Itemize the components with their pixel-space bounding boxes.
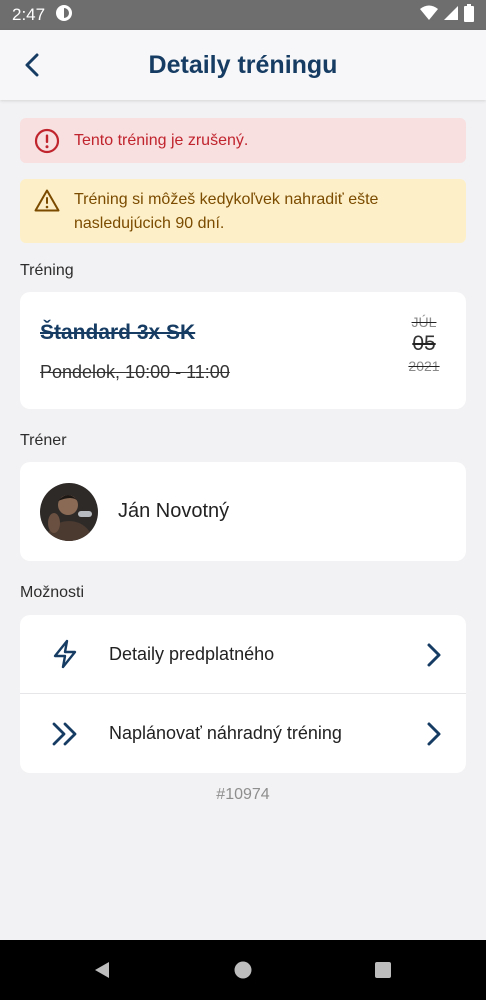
circle-home-icon (234, 961, 252, 979)
training-section-label: Tréning (20, 262, 74, 279)
warning-triangle-icon (34, 189, 60, 212)
double-chevron-right-icon (50, 719, 80, 749)
date-day: 05 (412, 332, 436, 355)
training-card: Štandard 3x SK Pondelok, 10:00 - 11:00 J… (20, 292, 466, 409)
options-section-label: Možnosti (20, 584, 85, 601)
date-month: JÚL (411, 314, 437, 330)
subscription-details-label: Detaily predplatného (109, 643, 275, 664)
chevron-right-icon (427, 643, 441, 667)
triangle-back-icon (95, 962, 109, 978)
trainer-card[interactable]: Ján Novotný (20, 462, 466, 561)
square-recents-icon (375, 962, 391, 978)
replace-alert-text: Tréning si môžeš kedykoľvek nahradiť ešt… (74, 191, 379, 232)
cancelled-alert-text: Tento tréning je zrušený. (74, 131, 249, 149)
training-name: Štandard 3x SK (40, 321, 196, 344)
schedule-replacement-option[interactable]: Naplánovať náhradný tréning (20, 694, 466, 773)
battery-icon (464, 3, 474, 27)
date-year: 2021 (408, 358, 440, 374)
app-bar: Detaily tréningu (0, 30, 486, 100)
training-date: JÚL 05 2021 (402, 314, 446, 374)
options-list: Detaily predplatného Naplánovať náhradný… (20, 615, 466, 773)
trainer-section-label: Tréner (20, 432, 67, 449)
nav-back-button[interactable] (90, 958, 114, 982)
replace-alert: Tréning si môžeš kedykoľvek nahradiť ešt… (20, 179, 466, 243)
nav-home-button[interactable] (231, 958, 255, 982)
trainer-name: Ján Novotný (118, 500, 230, 522)
avatar (40, 482, 98, 541)
system-nav-bar (0, 940, 486, 1000)
back-arrow-icon (25, 53, 39, 77)
page-title: Detaily tréningu (148, 50, 338, 79)
chevron-right-icon (427, 722, 441, 746)
back-button[interactable] (18, 50, 46, 80)
error-circle-icon (34, 128, 60, 153)
wifi-icon (420, 5, 438, 26)
subscription-details-option[interactable]: Detaily predplatného (20, 615, 466, 694)
training-time: Pondelok, 10:00 - 11:00 (40, 362, 230, 382)
status-time: 2:47 (12, 5, 46, 24)
app-notification-icon (55, 4, 73, 27)
status-bar: 2:47 (0, 0, 486, 30)
schedule-replacement-label: Naplánovať náhradný tréning (109, 723, 342, 743)
nav-recents-button[interactable] (371, 958, 395, 982)
training-id: #10974 (216, 786, 270, 803)
cancelled-alert: Tento tréning je zrušený. (20, 118, 466, 163)
lightning-icon (50, 639, 80, 669)
signal-icon (444, 5, 458, 26)
